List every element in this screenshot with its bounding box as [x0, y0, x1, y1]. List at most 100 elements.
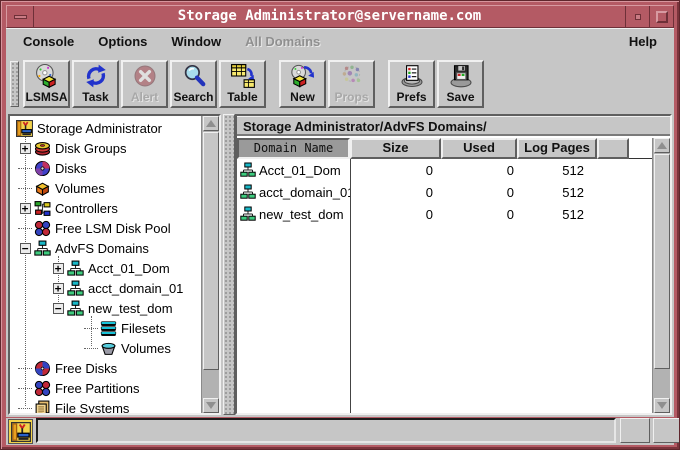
scroll-down-button[interactable]	[654, 398, 670, 413]
collapse-minus-icon[interactable]: −	[53, 303, 64, 314]
tree-item-volumes[interactable]: Volumes	[10, 178, 201, 198]
content-path-header: Storage Administrator/AdvFS Domains/	[237, 116, 670, 136]
toolbar-button-label: Search	[173, 91, 213, 104]
table-row-acct-domain-01[interactable]: acct_domain_0100512	[237, 181, 652, 203]
column-header-domain-name[interactable]: Domain Name	[237, 138, 350, 159]
tree-expander-slot[interactable]: −	[18, 238, 32, 258]
maximize-button[interactable]	[649, 6, 673, 27]
tree-expander-slot[interactable]: +	[51, 258, 65, 278]
toolbar-button-alert: Alert	[121, 60, 168, 108]
panel-splitter[interactable]	[223, 114, 235, 415]
cell-used: 0	[440, 207, 520, 222]
tree-item-disks[interactable]: Disks	[10, 158, 201, 178]
search-icon	[181, 63, 207, 90]
tree-item-label: acct_domain_01	[88, 281, 183, 296]
toolbar-button-label: Save	[446, 91, 474, 104]
status-app-icon	[8, 419, 33, 444]
controllers-icon	[34, 200, 51, 217]
tree-item-advfs-domains[interactable]: −AdvFS Domains	[10, 238, 201, 258]
domain-name-label: Acct_01_Dom	[259, 163, 341, 178]
status-message-field	[36, 418, 616, 443]
toolbar-button-table[interactable]: Table	[219, 60, 266, 108]
toolbar-button-task[interactable]: Task	[72, 60, 119, 108]
tree-item-new-test-dom[interactable]: −new_test_dom	[10, 298, 201, 318]
window-title: Storage Administrator@servername.com	[34, 6, 625, 27]
tree-item-free-lsm-disk-pool[interactable]: Free LSM Disk Pool	[10, 218, 201, 238]
collapse-minus-icon[interactable]: −	[20, 243, 31, 254]
tree-expander-slot[interactable]: +	[51, 278, 65, 298]
scroll-down-button[interactable]	[203, 398, 219, 413]
column-header-size[interactable]: Size	[350, 138, 441, 159]
tree-expander-slot[interactable]: +	[18, 198, 32, 218]
tree-item-label: Storage Administrator	[37, 121, 162, 136]
toolbar-button-search[interactable]: Search	[170, 60, 217, 108]
expand-plus-icon[interactable]: +	[20, 203, 31, 214]
tree-item-file-systems[interactable]: File Systems	[10, 398, 201, 413]
statusbar-panel	[653, 418, 680, 443]
disk-groups-icon	[34, 140, 51, 157]
domain-name-label: acct_domain_01	[259, 185, 350, 200]
tree-expander-slot[interactable]: −	[51, 298, 65, 318]
toolbar-button-label: Props	[334, 91, 368, 104]
toolbar-button-label: LSMSA	[26, 91, 68, 104]
menu-window[interactable]: Window	[162, 30, 230, 53]
tree-item-free-disks[interactable]: Free Disks	[10, 358, 201, 378]
expand-plus-icon[interactable]: +	[20, 143, 31, 154]
tree-expander-slot[interactable]: +	[18, 138, 32, 158]
scroll-up-button[interactable]	[654, 138, 670, 153]
cell-used: 0	[440, 163, 520, 178]
toolbar-button-lsmsa[interactable]: LSMSA	[23, 60, 70, 108]
table-row-acct-01-dom[interactable]: Acct_01_Dom00512	[237, 159, 652, 181]
menu-all-domains: All Domains	[236, 30, 329, 53]
tree-item-filesets[interactable]: Filesets	[10, 318, 201, 338]
column-header-used[interactable]: Used	[441, 138, 517, 159]
free-lsm-disk-pool-icon	[34, 220, 51, 237]
toolbar-button-new[interactable]: New	[279, 60, 326, 108]
minimize-button[interactable]	[625, 6, 649, 27]
tree-item-acct-domain-01[interactable]: + acct_domain_01	[10, 278, 201, 298]
tree-item-disk-groups[interactable]: +Disk Groups	[10, 138, 201, 158]
menu-help[interactable]: Help	[620, 30, 666, 53]
toolbar-drag-handle[interactable]	[10, 61, 19, 107]
table-row-new-test-dom[interactable]: new_test_dom00512	[237, 203, 652, 225]
save-icon	[448, 63, 474, 90]
alert-icon	[132, 63, 158, 90]
column-header-log-pages[interactable]: Log Pages	[517, 138, 597, 159]
toolbar-button-save[interactable]: Save	[437, 60, 484, 108]
tree-item-acct-01-dom[interactable]: +Acct_01_Dom	[10, 258, 201, 278]
cell-domain-name: Acct_01_Dom	[237, 162, 350, 178]
tree-connector-stub	[18, 168, 32, 169]
tree-item-controllers[interactable]: + Controllers	[10, 198, 201, 218]
tree-connector-stub	[84, 328, 98, 329]
volumes-icon	[34, 180, 51, 197]
tree-item-volumes[interactable]: Volumes	[10, 338, 201, 358]
toolbar-button-prefs[interactable]: Prefs	[388, 60, 435, 108]
domain-icon	[240, 206, 256, 222]
tree-item-label: Volumes	[55, 181, 105, 196]
application-window: Storage Administrator@servername.com Con…	[0, 0, 680, 450]
menu-console[interactable]: Console	[14, 30, 83, 53]
domain-icon	[240, 162, 256, 178]
titlebar[interactable]: Storage Administrator@servername.com	[6, 5, 674, 28]
tree-scrollbar[interactable]	[201, 116, 219, 413]
scrollbar-thumb[interactable]	[203, 132, 219, 370]
scrollbar-thumb[interactable]	[654, 154, 670, 369]
table-scrollbar[interactable]	[652, 138, 670, 413]
minimize-icon	[635, 14, 641, 20]
cell-size: 0	[350, 163, 440, 178]
domain-icon	[67, 300, 84, 317]
window-menu-button[interactable]	[7, 6, 34, 27]
tree-item-free-partitions[interactable]: Free Partitions	[10, 378, 201, 398]
cell-log-pages: 512	[520, 163, 596, 178]
toolbar-button-label: Prefs	[396, 91, 426, 104]
table-icon	[230, 63, 256, 90]
menu-options[interactable]: Options	[89, 30, 156, 53]
tree-item-label: Disks	[55, 161, 87, 176]
expand-plus-icon[interactable]: +	[53, 263, 64, 274]
scroll-up-button[interactable]	[203, 116, 219, 131]
tree-item-storage-administrator[interactable]: Storage Administrator	[10, 118, 201, 138]
tree-connector-stub	[18, 408, 32, 409]
expand-plus-icon[interactable]: +	[53, 283, 64, 294]
tree-expander-slot	[18, 398, 32, 413]
tree-item-label: Controllers	[55, 201, 118, 216]
